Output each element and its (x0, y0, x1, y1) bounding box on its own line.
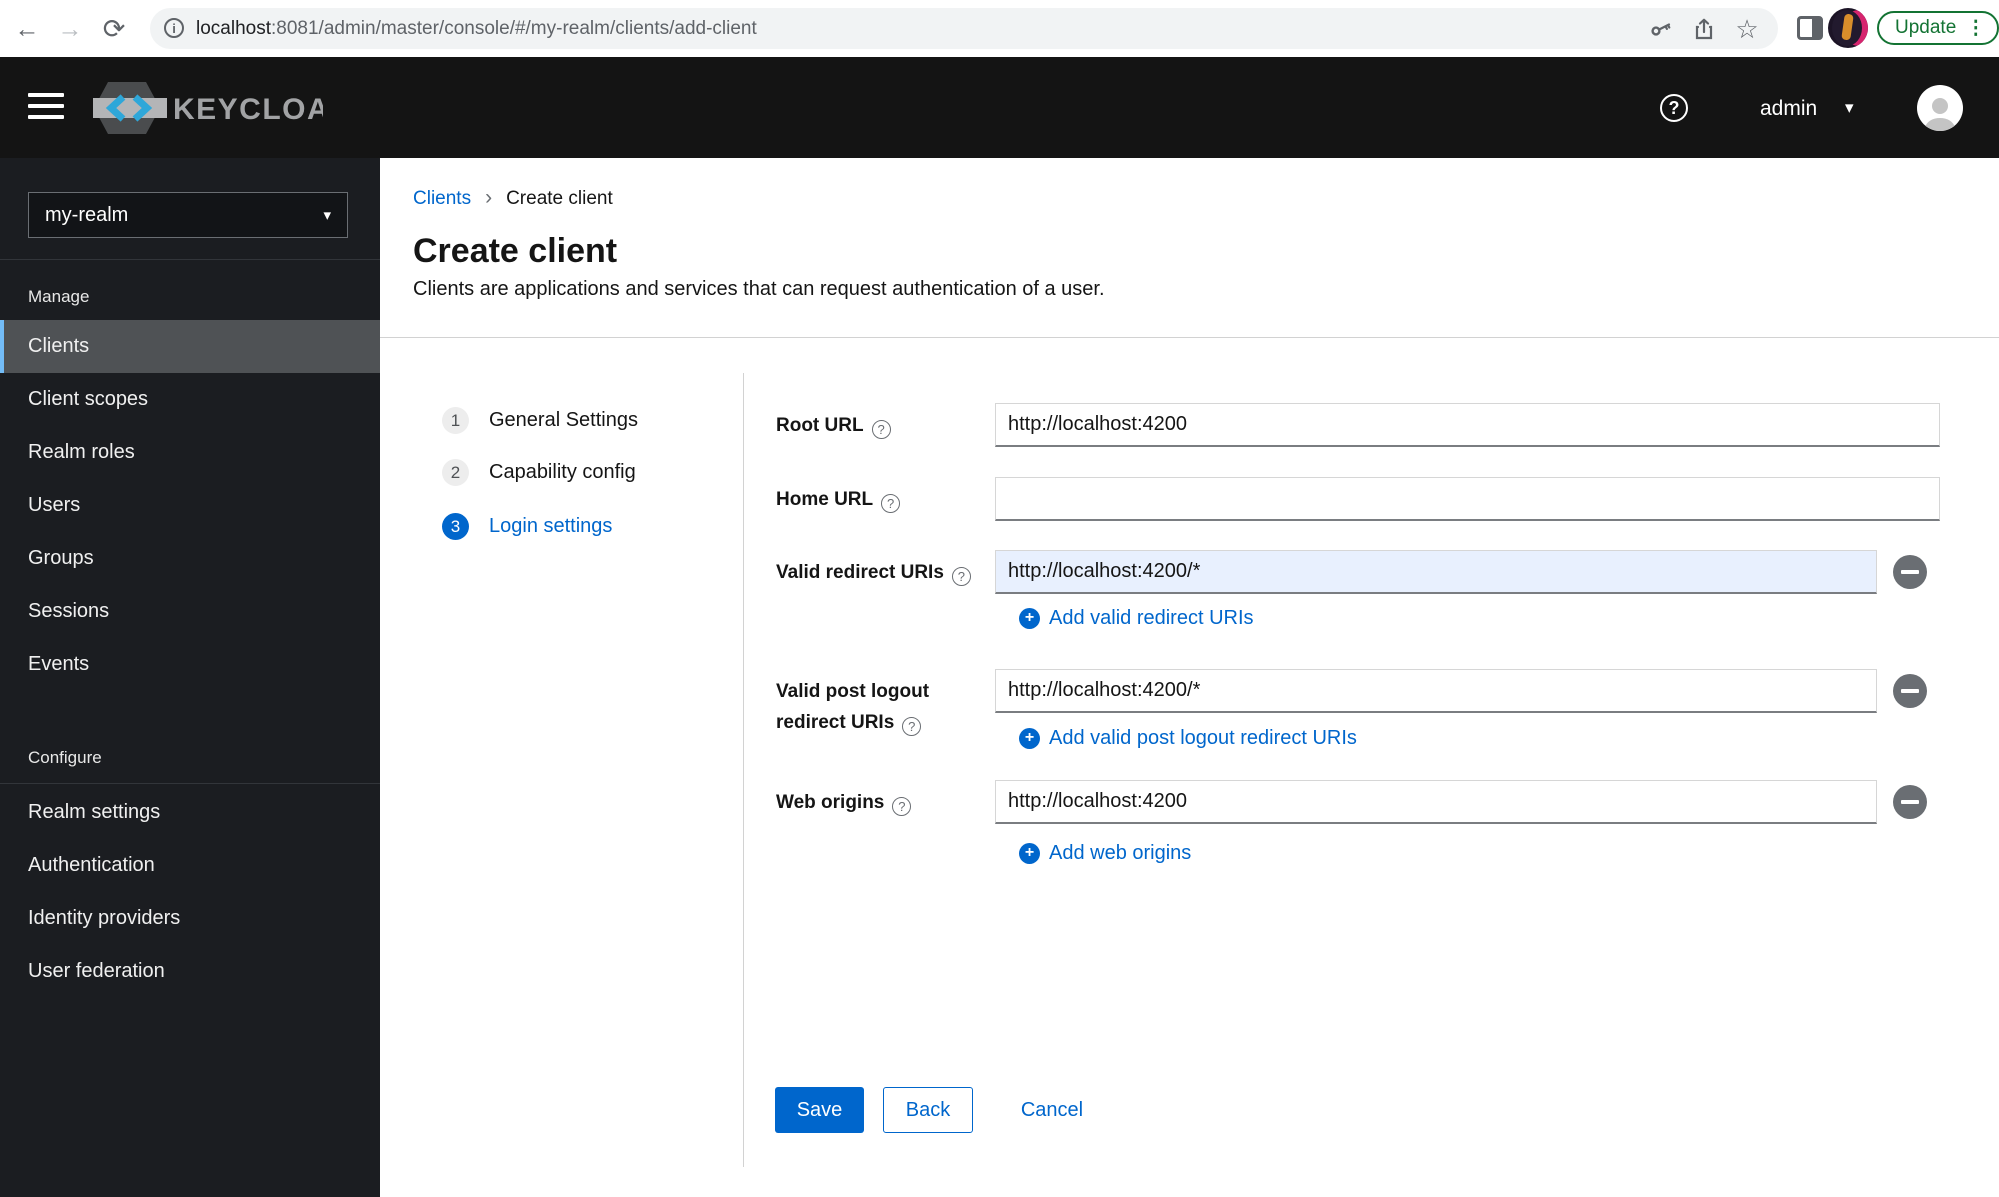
add-valid-redirect-uris-link[interactable]: + Add valid redirect URIs (1019, 606, 1254, 630)
realm-selector[interactable]: my-realm ▾ (28, 192, 348, 238)
browser-profile-avatar[interactable] (1828, 8, 1868, 48)
sidebar-item-identity-providers[interactable]: Identity providers (0, 892, 380, 945)
screenshot-root: ← → ⟳ i localhost:8081/admin/master/cons… (0, 0, 1999, 1197)
breadcrumb: Clients › Create client (413, 186, 613, 210)
home-url-label: Home URL? (776, 484, 986, 515)
wizard-step-capability-config[interactable]: 2 Capability config (442, 459, 636, 486)
page-subtitle: Clients are applications and services th… (413, 278, 1105, 300)
sidebar-item-user-federation[interactable]: User federation (0, 945, 380, 998)
valid-post-logout-redirect-uris-input[interactable] (995, 669, 1877, 713)
root-url-help-icon[interactable]: ? (871, 420, 891, 439)
keycloak-masthead: KEYCLOAK ? admin ▾ (0, 57, 1999, 158)
web-origins-label: Web origins? (776, 787, 986, 818)
add-valid-post-logout-label: Add valid post logout redirect URIs (1049, 726, 1357, 749)
step-2-label: Capability config (489, 461, 636, 483)
cancel-button[interactable]: Cancel (1006, 1087, 1098, 1133)
save-button[interactable]: Save (775, 1087, 864, 1133)
browser-forward-icon[interactable]: → (55, 14, 85, 44)
plus-circle-icon: + (1019, 727, 1040, 749)
side-panel-icon[interactable] (1797, 16, 1823, 40)
password-key-icon[interactable] (1648, 16, 1674, 42)
wizard-divider (743, 373, 744, 1167)
step-1-label: General Settings (489, 409, 638, 431)
realm-name: my-realm (45, 203, 129, 226)
web-origins-input[interactable] (995, 780, 1877, 824)
url-host: localhost (196, 18, 271, 39)
back-button[interactable]: Back (883, 1087, 973, 1133)
sidebar-item-clients[interactable]: Clients (0, 320, 380, 373)
main-content: Clients › Create client Create client Clie… (380, 158, 1999, 1197)
sidebar-divider (0, 259, 380, 260)
user-avatar-icon[interactable] (1917, 85, 1963, 131)
browser-toolbar: ← → ⟳ i localhost:8081/admin/master/cons… (0, 0, 1999, 57)
step-2-circle: 2 (442, 459, 469, 486)
valid-redirect-uris-label: Valid redirect URIs? (776, 557, 986, 588)
valid-redirect-uris-help-icon[interactable]: ? (951, 567, 971, 586)
remove-web-origin-button[interactable] (1893, 785, 1927, 819)
breadcrumb-clients-link[interactable]: Clients (413, 188, 471, 209)
sidebar-item-groups[interactable]: Groups (0, 532, 380, 585)
section-label-manage: Manage (28, 287, 90, 306)
nav-toggle-hamburger-icon[interactable] (28, 93, 64, 123)
user-menu-label[interactable]: admin (1760, 97, 1817, 121)
breadcrumb-chevron-icon: › (485, 186, 493, 209)
sidebar-item-client-scopes[interactable]: Client scopes (0, 373, 380, 426)
add-valid-redirect-uris-label: Add valid redirect URIs (1049, 606, 1254, 629)
chrome-update-button[interactable]: Update ⋮ (1877, 11, 1999, 45)
sidebar-nav: my-realm ▾ Manage Clients Client scopes … (0, 158, 380, 1197)
address-bar[interactable]: i localhost:8081/admin/master/console/#/… (150, 8, 1778, 49)
root-url-input[interactable] (995, 403, 1940, 447)
sidebar-item-realm-settings[interactable]: Realm settings (0, 786, 380, 839)
step-3-circle: 3 (442, 513, 469, 540)
add-web-origins-link[interactable]: + Add web origins (1019, 841, 1191, 865)
wizard-step-general-settings[interactable]: 1 General Settings (442, 407, 638, 434)
update-label: Update (1895, 17, 1957, 38)
valid-post-logout-redirect-uris-label: Valid post logout redirect URIs? (776, 681, 930, 736)
home-url-input[interactable] (995, 477, 1940, 521)
step-1-circle: 1 (442, 407, 469, 434)
user-menu-caret-icon[interactable]: ▾ (1845, 98, 1854, 118)
bookmark-star-icon[interactable]: ☆ (1734, 14, 1760, 44)
sidebar-item-sessions[interactable]: Sessions (0, 585, 380, 638)
plus-circle-icon: + (1019, 842, 1040, 864)
valid-redirect-uris-input[interactable] (995, 550, 1877, 594)
add-web-origins-label: Add web origins (1049, 841, 1192, 864)
sidebar-item-users[interactable]: Users (0, 479, 380, 532)
realm-caret-icon: ▾ (323, 207, 331, 224)
wizard-step-login-settings[interactable]: 3 Login settings (442, 513, 612, 540)
sidebar-divider-2 (0, 783, 380, 784)
share-icon[interactable] (1691, 16, 1717, 42)
root-url-label: Root URL? (776, 410, 986, 441)
brand-text: KEYCLOAK (173, 93, 323, 126)
sidebar-item-realm-roles[interactable]: Realm roles (0, 426, 380, 479)
browser-menu-kebab-icon[interactable]: ⋮ (1966, 17, 1985, 40)
browser-back-icon[interactable]: ← (12, 14, 42, 44)
section-label-configure: Configure (28, 748, 102, 767)
breadcrumb-current: Create client (506, 188, 613, 209)
browser-reload-icon[interactable]: ⟳ (99, 14, 129, 44)
help-icon[interactable]: ? (1660, 94, 1688, 122)
add-valid-post-logout-redirect-uris-link[interactable]: + Add valid post logout redirect URIs (1019, 726, 1357, 750)
step-3-label: Login settings (489, 515, 613, 537)
web-origins-help-icon[interactable]: ? (892, 797, 912, 816)
plus-circle-icon: + (1019, 607, 1040, 629)
sidebar-item-authentication[interactable]: Authentication (0, 839, 380, 892)
keycloak-logo[interactable]: KEYCLOAK (85, 81, 352, 135)
page-title: Create client (413, 232, 618, 270)
valid-post-logout-help-icon[interactable]: ? (902, 717, 922, 736)
sidebar-item-events[interactable]: Events (0, 638, 380, 691)
remove-redirect-uri-button[interactable] (1893, 555, 1927, 589)
site-info-icon[interactable]: i (164, 18, 184, 38)
url-text: localhost:8081/admin/master/console/#/my… (196, 8, 757, 49)
header-divider (380, 337, 1999, 338)
remove-post-logout-uri-button[interactable] (1893, 674, 1927, 708)
url-path: :8081/admin/master/console/#/my-realm/cl… (271, 18, 757, 39)
home-url-help-icon[interactable]: ? (881, 494, 901, 513)
